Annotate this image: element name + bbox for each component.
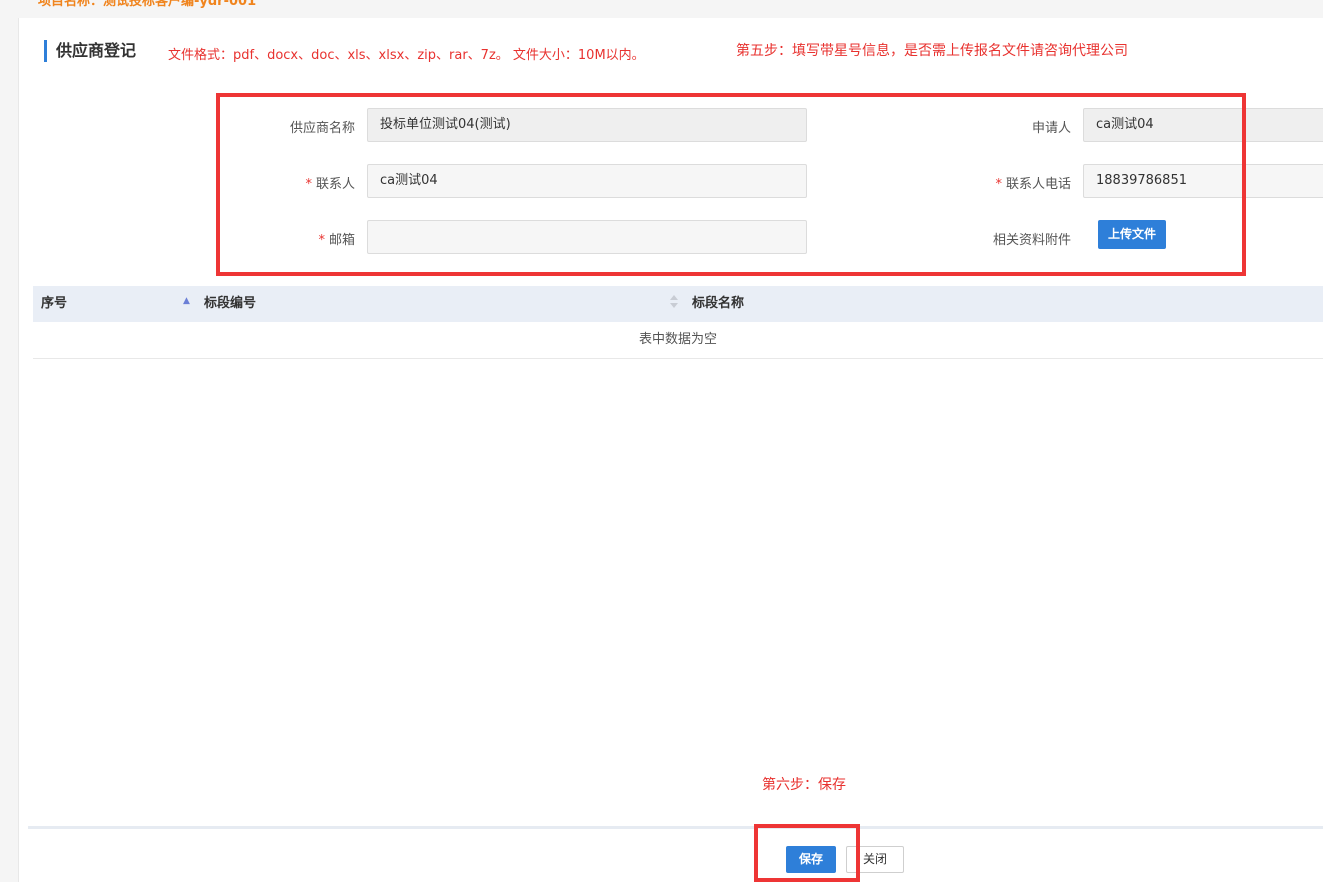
required-marker: * xyxy=(318,233,325,248)
table-empty-row: 表中数据为空 xyxy=(33,322,1323,359)
email-label: * 邮箱 xyxy=(318,233,355,248)
applicant-label: 申请人 xyxy=(1031,121,1071,136)
footer-divider xyxy=(28,826,1323,829)
sort-icon[interactable] xyxy=(670,295,678,313)
applicant-field[interactable]: ca测试04 xyxy=(1083,108,1323,142)
col-section-code-header[interactable]: 标段编号 xyxy=(204,286,256,322)
close-button[interactable]: 关闭 xyxy=(846,846,904,873)
attachment-label: 相关资料附件 xyxy=(992,233,1071,248)
supplier-name-label: 供应商名称 xyxy=(289,121,355,136)
col-index-header[interactable]: 序号 xyxy=(41,286,67,322)
step5-instruction: 第五步：填写带星号信息，是否需上传报名文件请咨询代理公司 xyxy=(736,43,1128,59)
empty-table-text: 表中数据为空 xyxy=(638,332,717,347)
contact-phone-label: * 联系人电话 xyxy=(995,177,1071,192)
file-format-note: 文件格式：pdf、docx、doc、xls、xlsx、zip、rar、7z。 文… xyxy=(168,48,645,63)
table-header: 序号 ▲ 标段编号 标段名称 xyxy=(33,286,1323,322)
project-name: 项目名称：测试投标客户编-ydr-001 xyxy=(38,0,257,9)
required-marker: * xyxy=(305,177,312,192)
contact-phone-input[interactable]: 18839786851 xyxy=(1083,164,1323,198)
sort-asc-icon[interactable]: ▲ xyxy=(183,286,190,316)
save-button[interactable]: 保存 xyxy=(786,846,836,873)
section-title: 供应商登记 xyxy=(44,40,136,62)
col-section-name-header[interactable]: 标段名称 xyxy=(692,286,744,322)
upload-file-button[interactable]: 上传文件 xyxy=(1098,220,1166,249)
contact-label: * 联系人 xyxy=(305,177,355,192)
supplier-name-field[interactable]: 投标单位测试04(测试) xyxy=(367,108,807,142)
left-rail xyxy=(0,0,19,882)
required-marker: * xyxy=(995,177,1002,192)
step6-instruction: 第六步：保存 xyxy=(762,777,846,793)
email-input[interactable] xyxy=(367,220,807,254)
contact-input[interactable]: ca测试04 xyxy=(367,164,807,198)
